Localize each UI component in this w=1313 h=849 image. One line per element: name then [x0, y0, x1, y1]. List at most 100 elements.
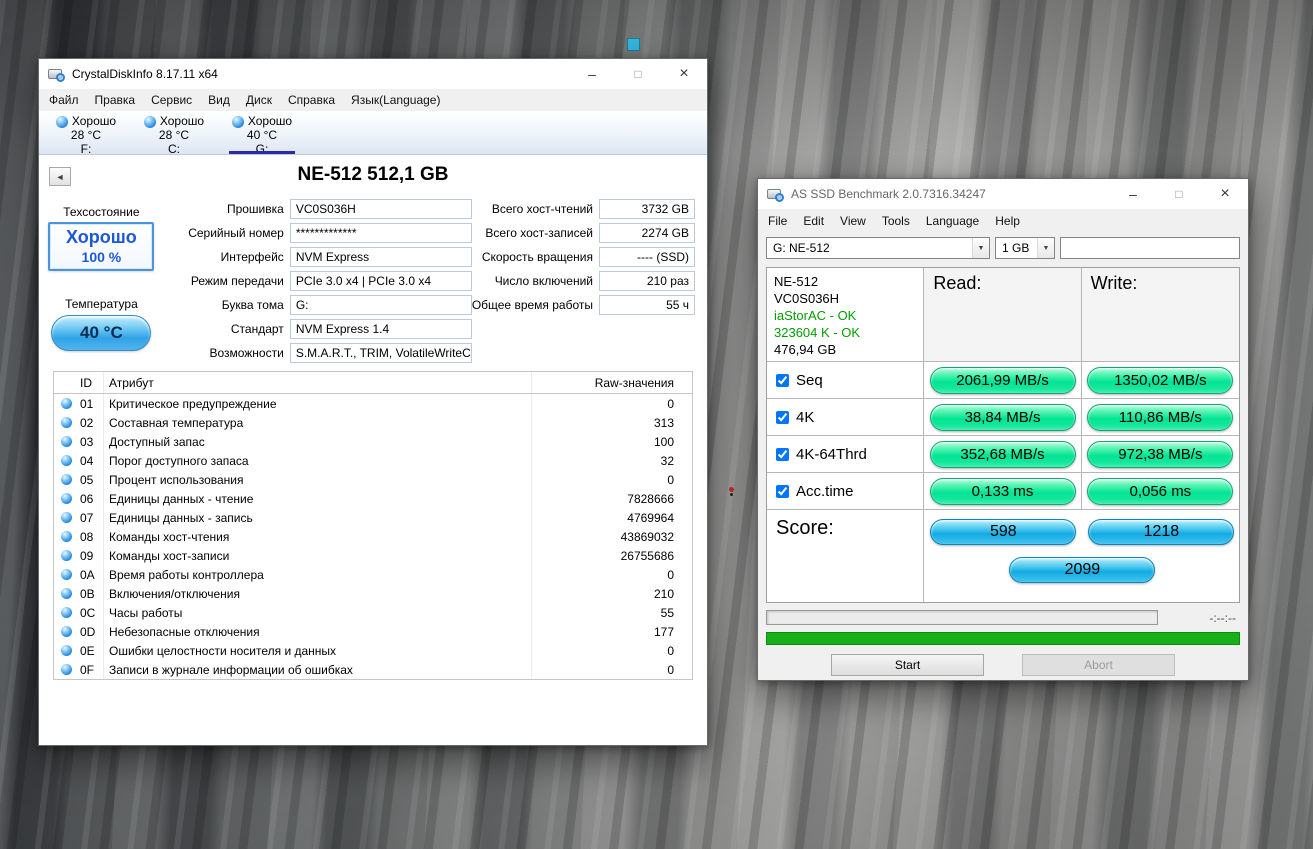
field-value[interactable]: VC0S036H: [289, 199, 472, 219]
cdi-menu-item[interactable]: Диск: [238, 90, 280, 110]
health-percent: 100 %: [81, 249, 122, 265]
health-status-box[interactable]: Хорошо 100 %: [48, 222, 155, 271]
test-size-select[interactable]: 1 GB ▼: [995, 237, 1055, 259]
field-value[interactable]: *************: [289, 223, 472, 243]
field-label: Стандарт: [230, 322, 284, 336]
minimize-icon[interactable]: –: [569, 59, 615, 89]
smart-attribute: Небезопасные отключения: [104, 622, 532, 641]
smart-raw-value: 177: [653, 624, 674, 639]
field-value[interactable]: NVM Express 1.4: [289, 319, 472, 339]
test-checkbox[interactable]: [776, 373, 789, 387]
smart-header-attribute: Атрибут: [104, 372, 532, 393]
back-button[interactable]: ◄: [49, 167, 71, 186]
climber-in-wallpaper: [729, 487, 734, 492]
smart-attribute: Ошибки целостности носителя и данных: [104, 641, 532, 660]
benchmark-buttons: Start Abort: [758, 654, 1248, 676]
asssd-menu-item[interactable]: Help: [987, 211, 1028, 231]
test-row: Seq 2061,99 MB/s 1350,02 MB/s: [767, 362, 1239, 399]
minimize-icon[interactable]: –: [1110, 179, 1156, 209]
field-value[interactable]: S.M.A.R.T., TRIM, VolatileWriteCache: [289, 343, 472, 363]
test-checkbox[interactable]: [776, 410, 789, 424]
chevron-down-icon[interactable]: ▼: [972, 238, 989, 258]
test-checkbox[interactable]: [776, 447, 789, 461]
smart-attribute: Включения/отключения: [104, 584, 532, 603]
benchmark-textbox[interactable]: [1060, 237, 1240, 259]
chevron-down-icon[interactable]: ▼: [1037, 238, 1054, 258]
test-label: Acc.time: [796, 482, 854, 500]
close-icon[interactable]: ×: [661, 59, 707, 89]
read-result-badge: 352,68 MB/s: [929, 440, 1076, 468]
smart-row[interactable]: 07 Единицы данных - запись 4769964: [54, 508, 692, 527]
cdi-menu-item[interactable]: Язык(Language): [343, 90, 448, 110]
results-header-row: NE-512 VC0S036H iaStorAC - OK 323604 K -…: [767, 268, 1240, 362]
asssd-menu-item[interactable]: Language: [918, 211, 987, 231]
health-orb-icon: [60, 550, 72, 561]
maximize-icon[interactable]: □: [1156, 179, 1202, 209]
smart-attribute: Доступный запас: [104, 432, 532, 451]
field-label: Серийный номер: [188, 226, 284, 240]
desktop-shortcut-icon[interactable]: [627, 38, 640, 51]
temperature-badge[interactable]: 40 °C: [51, 315, 152, 351]
smart-row[interactable]: 0D Небезопасные отключения 177: [54, 622, 692, 641]
smart-row[interactable]: 0A Время работы контроллера 0: [54, 565, 692, 584]
field-label: Возможности: [209, 346, 284, 360]
smart-row[interactable]: 01 Критическое предупреждение 0: [54, 394, 692, 413]
smart-row[interactable]: 06 Единицы данных - чтение 7828666: [54, 489, 692, 508]
smart-row[interactable]: 05 Процент использования 0: [54, 470, 692, 489]
smart-row[interactable]: 0F Записи в журнале информации об ошибка…: [54, 660, 692, 679]
cdi-menu-item[interactable]: Файл: [41, 90, 87, 110]
drive-title: NE-512 512,1 GB: [297, 164, 449, 185]
drive-model: NE-512: [774, 274, 819, 289]
health-orb-icon: [60, 626, 72, 637]
cdi-menu-item[interactable]: Правка: [87, 90, 144, 110]
cdi-menu-item[interactable]: Сервис: [143, 90, 200, 110]
field-value[interactable]: 3732 GB: [599, 199, 695, 219]
smart-row[interactable]: 0E Ошибки целостности носителя и данных …: [54, 641, 692, 660]
field-value[interactable]: 2274 GB: [599, 223, 695, 243]
asssd-menu-item[interactable]: Tools: [874, 211, 918, 231]
crystaldiskinfo-window: CrystalDiskInfo 8.17.11 x64 – □ × Файл П…: [38, 58, 708, 746]
test-label: 4K: [796, 408, 815, 426]
asssd-menu-item[interactable]: File: [760, 211, 795, 231]
field-row: Режим передачи PCIe 3.0 x4 | PCIe 3.0 x4: [160, 269, 472, 293]
field-value[interactable]: NVM Express: [289, 247, 472, 267]
field-value[interactable]: ---- (SSD): [599, 247, 695, 267]
abort-button[interactable]: Abort: [1022, 654, 1175, 676]
field-value[interactable]: 55 ч: [599, 295, 695, 315]
smart-row[interactable]: 0B Включения/отключения 210: [54, 584, 692, 603]
start-button[interactable]: Start: [831, 654, 984, 676]
cdi-menu-item[interactable]: Справка: [280, 90, 343, 110]
asssd-menu-item[interactable]: Edit: [795, 211, 832, 231]
asssd-menu-item[interactable]: View: [832, 211, 874, 231]
asssd-titlebar[interactable]: AS SSD Benchmark 2.0.7316.34247 – □ ×: [758, 179, 1248, 209]
cdi-titlebar[interactable]: CrystalDiskInfo 8.17.11 x64 – □ ×: [39, 59, 707, 89]
smart-id: 0E: [78, 641, 104, 660]
smart-row[interactable]: 08 Команды хост-чтения 43869032: [54, 527, 692, 546]
drive-tab[interactable]: Хорошо 28 °C F:: [43, 112, 129, 156]
smart-row[interactable]: 04 Порог доступного запаса 32: [54, 451, 692, 470]
health-orb-icon: [60, 436, 72, 447]
smart-row[interactable]: 0C Часы работы 55: [54, 603, 692, 622]
drive-tab[interactable]: Хорошо 40 °C G:: [219, 112, 305, 156]
drive-temperature: 28 °C: [158, 128, 190, 142]
smart-row[interactable]: 02 Составная температура 313: [54, 413, 692, 432]
asssd-window-controls: – □ ×: [1110, 179, 1248, 209]
close-icon[interactable]: ×: [1202, 179, 1248, 209]
field-row: Возможности S.M.A.R.T., TRIM, VolatileWr…: [160, 341, 472, 365]
field-value[interactable]: G:: [289, 295, 472, 315]
test-row: 4K 38,84 MB/s 110,86 MB/s: [767, 399, 1239, 436]
smart-row[interactable]: 09 Команды хост-записи 26755686: [54, 546, 692, 565]
test-label: 4K-64Thrd: [796, 445, 867, 463]
smart-row[interactable]: 03 Доступный запас 100: [54, 432, 692, 451]
test-checkbox[interactable]: [776, 484, 789, 498]
score-label: Score:: [767, 510, 925, 602]
maximize-icon[interactable]: □: [615, 59, 661, 89]
drive-tab[interactable]: Хорошо 28 °C C:: [131, 112, 217, 156]
field-label: Общее время работы: [471, 298, 593, 312]
driver-status: iaStorAC - OK: [774, 308, 857, 323]
smart-id: 09: [78, 546, 104, 565]
cdi-menu-item[interactable]: Вид: [200, 90, 238, 110]
drive-select[interactable]: G: NE-512 ▼: [766, 237, 990, 259]
field-value[interactable]: 210 раз: [599, 271, 695, 291]
field-value[interactable]: PCIe 3.0 x4 | PCIe 3.0 x4: [289, 271, 472, 291]
